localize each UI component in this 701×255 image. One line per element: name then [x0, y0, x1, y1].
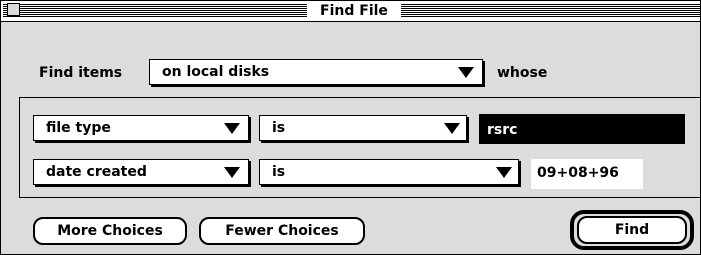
- location-popup[interactable]: on local disks: [149, 59, 483, 85]
- criterion-1-attribute-popup[interactable]: file type: [33, 115, 249, 141]
- title-bar[interactable]: Find File: [1, 1, 700, 22]
- whose-label: whose: [497, 65, 548, 81]
- chevron-down-icon: [224, 123, 240, 134]
- criterion-2-operator-value: is: [272, 164, 286, 180]
- close-box[interactable]: [7, 3, 20, 16]
- find-file-window: Find File Find items on local disks whos…: [0, 0, 701, 255]
- chevron-down-icon: [496, 167, 512, 178]
- chevron-down-icon: [444, 123, 460, 134]
- criterion-1-attribute-value: file type: [46, 120, 111, 136]
- criterion-2-operator-popup[interactable]: is: [259, 159, 519, 185]
- chevron-down-icon: [458, 67, 474, 78]
- more-choices-button[interactable]: More Choices: [33, 217, 187, 245]
- window-title: Find File: [307, 1, 401, 21]
- criterion-2-attribute-popup[interactable]: date created: [33, 159, 249, 185]
- criterion-1-operator-popup[interactable]: is: [259, 115, 467, 141]
- fewer-choices-button[interactable]: Fewer Choices: [199, 217, 365, 245]
- chevron-down-icon: [224, 167, 240, 178]
- criterion-1-operator-value: is: [272, 120, 286, 136]
- criterion-2-attribute-value: date created: [46, 164, 147, 180]
- criterion-1-value-field[interactable]: rsrc: [479, 114, 685, 144]
- find-button[interactable]: Find: [577, 216, 687, 244]
- find-items-label: Find items: [39, 65, 123, 81]
- location-popup-value: on local disks: [162, 64, 270, 80]
- criterion-2-value-field[interactable]: 09+08+96: [531, 159, 643, 189]
